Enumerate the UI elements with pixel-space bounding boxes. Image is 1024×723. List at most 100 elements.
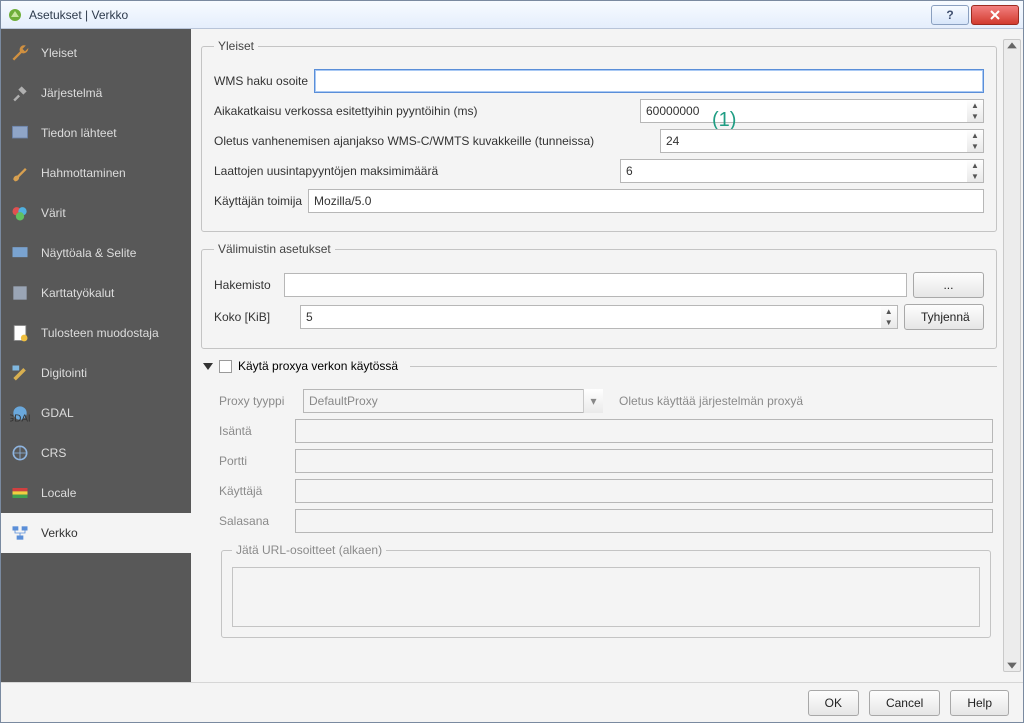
sidebar-item-maptools[interactable]: Karttatyökalut — [1, 273, 191, 313]
sidebar-item-label: Digitointi — [41, 366, 87, 380]
wms-url-input[interactable] — [314, 69, 984, 93]
settings-dialog: Asetukset | Verkko ? Yleiset Järjestelmä… — [0, 0, 1024, 723]
digitizing-icon — [9, 362, 31, 384]
retry-spinner[interactable]: ▲▼ — [967, 159, 984, 183]
brush-icon — [9, 162, 31, 184]
sidebar-item-rendering[interactable]: Hahmottaminen — [1, 153, 191, 193]
sidebar-item-gdal[interactable]: GDAL GDAL — [1, 393, 191, 433]
sidebar-item-crs[interactable]: CRS — [1, 433, 191, 473]
sidebar-item-label: Yleiset — [41, 46, 77, 60]
proxy-toggle-row[interactable]: Käytä proxya verkon käytössä — [203, 359, 997, 373]
proxy-type-note: Oletus käyttää järjestelmän proxyä — [619, 394, 803, 408]
cache-dir-label: Hakemisto — [214, 278, 278, 292]
proxy-exclude-legend: Jätä URL-osoitteet (alkaen) — [232, 543, 386, 557]
sidebar-item-network[interactable]: Verkko — [1, 513, 191, 553]
cache-size-spinner[interactable]: ▲▼ — [881, 305, 899, 329]
title-bar: Asetukset | Verkko ? — [1, 1, 1023, 29]
help-window-button[interactable]: ? — [931, 5, 969, 25]
sidebar-item-locale[interactable]: Locale — [1, 473, 191, 513]
proxy-user-label: Käyttäjä — [219, 484, 289, 498]
expiry-label: Oletus vanhenemisen ajanjakso WMS-C/WMTS… — [214, 134, 654, 148]
vertical-scrollbar[interactable] — [1003, 39, 1021, 672]
sidebar-item-label: Locale — [41, 486, 76, 500]
content-area: Yleiset WMS haku osoite Aikakatkaisu ver… — [191, 29, 1023, 682]
sidebar-item-label: Värit — [41, 206, 66, 220]
sidebar-item-label: Näyttöala & Selite — [41, 246, 136, 260]
tools-icon — [9, 82, 31, 104]
window-title: Asetukset | Verkko — [29, 8, 128, 22]
proxy-divider — [410, 366, 997, 367]
wms-url-label: WMS haku osoite — [214, 74, 308, 88]
wrench-icon — [9, 42, 31, 64]
chevron-down-icon: ▾ — [583, 389, 603, 413]
proxy-body: Proxy tyyppi ▾ Oletus käyttää järjestelm… — [201, 377, 997, 642]
proxy-exclude-list[interactable] — [232, 567, 980, 627]
chevron-down-icon — [203, 363, 213, 370]
user-agent-label: Käyttäjän toimija — [214, 194, 302, 208]
dialog-button-bar: OK Cancel Help — [1, 682, 1023, 722]
help-button[interactable]: Help — [950, 690, 1009, 716]
use-proxy-checkbox[interactable] — [219, 360, 232, 373]
cache-browse-button[interactable]: ... — [913, 272, 984, 298]
network-icon — [9, 522, 31, 544]
sidebar-item-digitizing[interactable]: Digitointi — [1, 353, 191, 393]
retry-label: Laattojen uusintapyyntöjen maksimimäärä — [214, 164, 614, 178]
maptools-icon — [9, 282, 31, 304]
proxy-pass-label: Salasana — [219, 514, 289, 528]
proxy-exclude-group: Jätä URL-osoitteet (alkaen) — [221, 543, 991, 638]
user-agent-input[interactable] — [308, 189, 984, 213]
app-icon — [7, 7, 23, 23]
cache-size-label: Koko [KiB] — [214, 310, 294, 324]
sidebar-item-label: Hahmottaminen — [41, 166, 126, 180]
sidebar: Yleiset Järjestelmä Tiedon lähteet Hahmo… — [1, 29, 191, 682]
timeout-input[interactable] — [640, 99, 967, 123]
locale-icon — [9, 482, 31, 504]
proxy-user-input[interactable] — [295, 479, 993, 503]
sidebar-item-system[interactable]: Järjestelmä — [1, 73, 191, 113]
cancel-button[interactable]: Cancel — [869, 690, 940, 716]
composer-icon — [9, 322, 31, 344]
sidebar-item-datasources[interactable]: Tiedon lähteet — [1, 113, 191, 153]
general-legend: Yleiset — [214, 39, 258, 53]
scroll-up-icon — [1006, 40, 1018, 52]
cache-clear-button[interactable]: Tyhjennä — [904, 304, 984, 330]
sidebar-item-label: CRS — [41, 446, 66, 460]
proxy-port-input[interactable] — [295, 449, 993, 473]
retry-input[interactable] — [620, 159, 967, 183]
proxy-host-label: Isäntä — [219, 424, 289, 438]
proxy-type-label: Proxy tyyppi — [219, 394, 297, 408]
proxy-type-combo[interactable] — [303, 389, 603, 413]
close-window-button[interactable] — [971, 5, 1019, 25]
proxy-port-label: Portti — [219, 454, 289, 468]
sidebar-item-label: Järjestelmä — [41, 86, 102, 100]
cache-legend: Välimuistin asetukset — [214, 242, 335, 256]
timeout-spinner[interactable]: ▲▼ — [967, 99, 984, 123]
sidebar-item-composer[interactable]: Tulosteen muodostaja — [1, 313, 191, 353]
expiry-spinner[interactable]: ▲▼ — [967, 129, 984, 153]
proxy-pass-input[interactable] — [295, 509, 993, 533]
general-group: Yleiset WMS haku osoite Aikakatkaisu ver… — [201, 39, 997, 232]
scroll-down-icon — [1006, 659, 1018, 671]
crs-icon — [9, 442, 31, 464]
datasource-icon — [9, 122, 31, 144]
sidebar-item-label: Karttatyökalut — [41, 286, 114, 300]
expiry-input[interactable] — [660, 129, 967, 153]
sidebar-item-label: Tulosteen muodostaja — [41, 326, 159, 340]
sidebar-item-general[interactable]: Yleiset — [1, 33, 191, 73]
proxy-host-input[interactable] — [295, 419, 993, 443]
colors-icon — [9, 202, 31, 224]
cache-dir-input[interactable] — [284, 273, 907, 297]
use-proxy-label: Käytä proxya verkon käytössä — [238, 359, 398, 373]
gdal-icon: GDAL — [9, 402, 31, 424]
cache-size-input[interactable] — [300, 305, 881, 329]
cache-group: Välimuistin asetukset Hakemisto ... Koko… — [201, 242, 997, 349]
sidebar-item-colors[interactable]: Värit — [1, 193, 191, 233]
sidebar-item-label: GDAL — [41, 406, 74, 420]
sidebar-item-label: Tiedon lähteet — [41, 126, 117, 140]
svg-text:GDAL: GDAL — [10, 413, 30, 423]
sidebar-item-label: Verkko — [41, 526, 78, 540]
sidebar-item-canvas-legend[interactable]: Näyttöala & Selite — [1, 233, 191, 273]
canvas-icon — [9, 242, 31, 264]
timeout-label: Aikakatkaisu verkossa esitettyihin pyynt… — [214, 104, 634, 118]
ok-button[interactable]: OK — [808, 690, 859, 716]
